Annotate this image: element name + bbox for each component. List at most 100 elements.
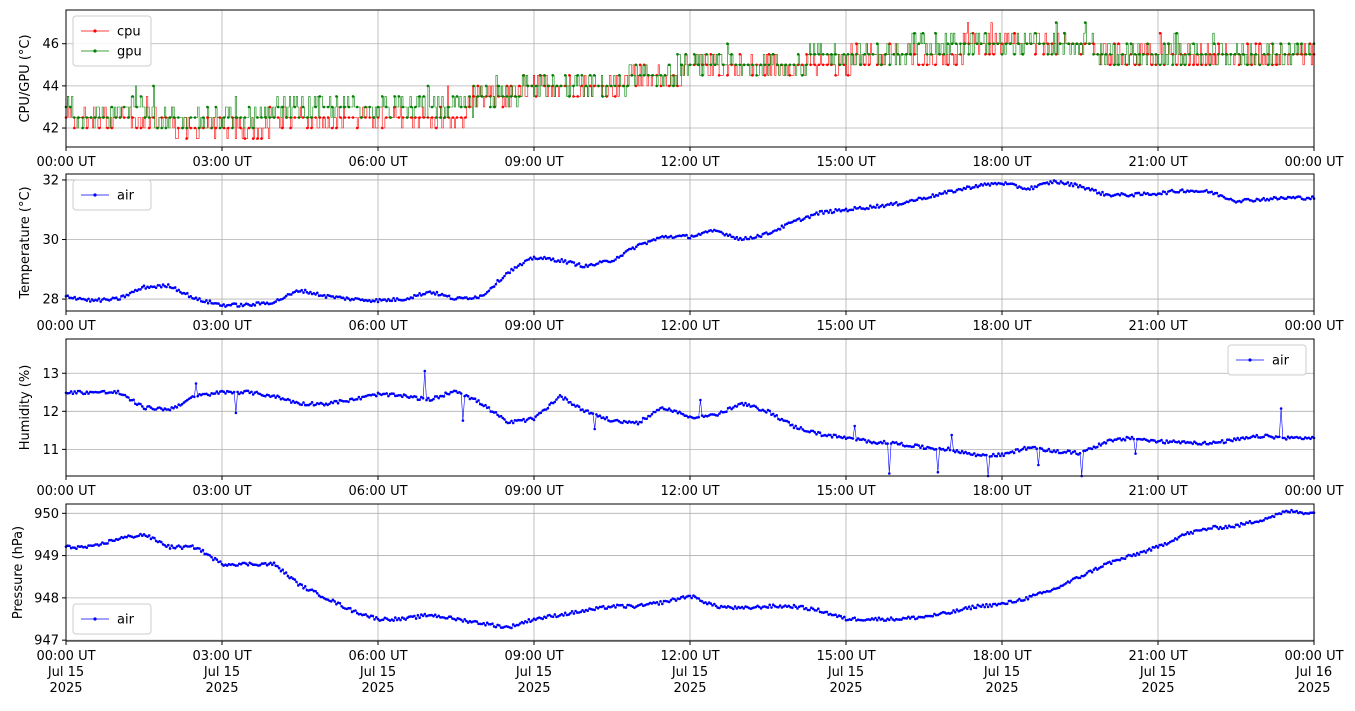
data-point <box>815 433 818 436</box>
data-point <box>392 619 395 622</box>
data-point <box>827 211 830 214</box>
data-point <box>1088 42 1091 45</box>
data-point <box>888 618 891 622</box>
x-tick-label: 12:00 UT <box>660 319 719 334</box>
data-point <box>514 95 517 98</box>
data-point <box>983 605 986 609</box>
data-point <box>1183 63 1187 67</box>
data-point <box>588 74 592 77</box>
data-point <box>418 116 421 119</box>
data-point <box>654 238 657 242</box>
data-point <box>1233 53 1237 56</box>
data-point <box>127 396 130 399</box>
data-point <box>347 105 351 109</box>
data-point <box>834 433 837 437</box>
data-point <box>106 126 109 130</box>
data-point <box>1204 53 1208 56</box>
data-point <box>569 400 572 404</box>
data-point <box>1096 445 1099 449</box>
data-point <box>755 74 758 77</box>
y-tick-label: 30 <box>42 233 59 248</box>
data-point <box>380 126 384 130</box>
data-point <box>622 84 625 88</box>
data-point <box>1121 53 1124 56</box>
data-point <box>936 470 940 474</box>
data-point <box>1079 53 1083 56</box>
data-point <box>767 53 771 56</box>
data-point <box>489 105 492 109</box>
data-point <box>645 417 648 421</box>
data-point <box>874 206 877 209</box>
data-point <box>1192 63 1195 67</box>
data-point <box>1171 63 1174 67</box>
y-tick-label: 949 <box>34 549 59 564</box>
y-axis-label: Pressure (hPa) <box>11 526 26 619</box>
data-point <box>272 394 276 397</box>
data-point <box>640 420 643 424</box>
data-point <box>945 448 948 452</box>
x-tick-label: 03:00 UT <box>192 484 251 499</box>
data-point <box>551 615 555 619</box>
data-point <box>147 534 151 537</box>
data-point <box>476 84 480 88</box>
data-point <box>817 607 820 610</box>
data-point <box>593 74 596 77</box>
data-point <box>139 126 143 130</box>
data-point <box>1250 53 1253 56</box>
data-point <box>1160 192 1163 196</box>
data-point <box>118 116 122 119</box>
data-point <box>269 561 272 565</box>
data-point <box>206 105 209 109</box>
data-point <box>688 236 692 240</box>
data-point <box>595 413 598 416</box>
data-point <box>461 419 465 422</box>
data-point <box>189 126 193 130</box>
data-point <box>324 296 328 299</box>
data-point <box>934 447 938 451</box>
data-point <box>642 74 646 77</box>
data-point <box>1283 53 1287 56</box>
data-point <box>936 194 940 197</box>
panel-pressure: 00:00 UTJul 15202503:00 UTJul 15202506:0… <box>11 503 1344 696</box>
data-point <box>153 536 156 540</box>
data-point <box>946 42 950 45</box>
data-point <box>1016 448 1019 451</box>
data-point <box>605 416 609 419</box>
data-point <box>809 63 812 67</box>
data-point <box>1125 63 1129 67</box>
data-point <box>477 296 480 300</box>
data-point <box>331 401 335 405</box>
data-point <box>667 84 671 88</box>
data-point <box>1082 185 1085 189</box>
data-point <box>289 126 292 130</box>
data-point <box>397 95 401 98</box>
data-point <box>168 547 172 550</box>
data-point <box>1237 53 1241 56</box>
data-point <box>859 63 862 67</box>
data-point <box>1073 450 1077 453</box>
data-point <box>1054 21 1058 24</box>
data-point <box>290 293 293 296</box>
data-point <box>826 63 829 67</box>
data-point <box>1013 53 1016 56</box>
y-axis-temperature: 28 30 32 Temperature (°C) <box>18 173 66 308</box>
data-point <box>728 233 732 236</box>
data-point <box>484 84 488 88</box>
data-point <box>310 126 313 130</box>
data-point <box>246 564 250 567</box>
data-point <box>601 95 604 98</box>
data-point <box>264 561 267 565</box>
data-point <box>780 63 783 67</box>
data-point <box>1246 63 1249 67</box>
data-point <box>373 618 376 621</box>
data-point <box>609 84 613 88</box>
x-tick-year: 2025 <box>1141 681 1174 696</box>
data-point <box>1254 42 1258 45</box>
data-point <box>973 185 976 189</box>
data-point <box>414 617 418 620</box>
data-point <box>68 544 71 548</box>
data-point <box>464 116 467 119</box>
data-point <box>480 95 484 98</box>
data-point <box>69 390 73 393</box>
data-point <box>744 401 747 405</box>
